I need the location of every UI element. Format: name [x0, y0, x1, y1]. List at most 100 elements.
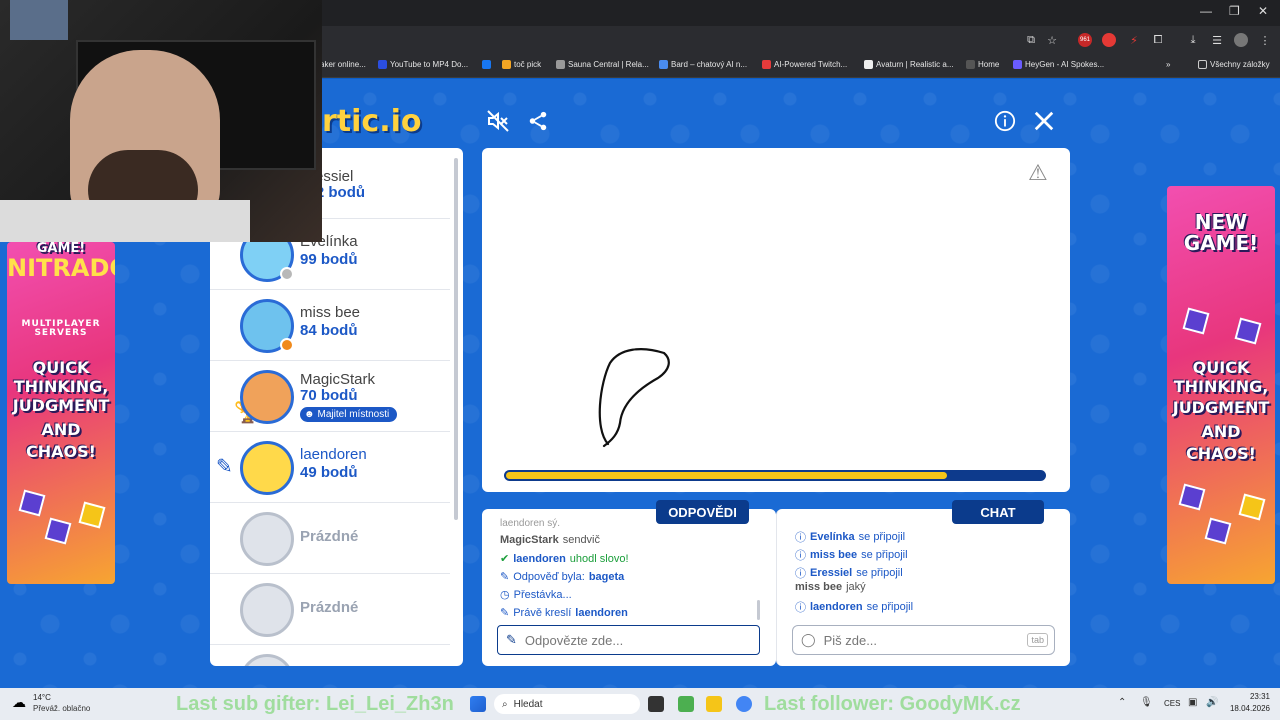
answer-input[interactable]: ✎ Odpovězte zde...	[497, 625, 760, 655]
player-name: laendoren	[300, 446, 367, 463]
right-ad-banner[interactable]: NEW GAME! QUICK THINKING, JUDGMENT AND C…	[1167, 186, 1275, 584]
bookmark-item[interactable]: aker online...	[320, 60, 366, 69]
all-bookmarks[interactable]: Všechny záložky	[1198, 60, 1270, 69]
menu-dots-icon[interactable]: ⋮	[1258, 33, 1272, 47]
ad-tile-icon	[1182, 307, 1210, 335]
answer-msg: ◷ Přestávka...	[500, 588, 572, 602]
clock-time[interactable]: 23:31	[1230, 692, 1270, 701]
ad-slogan-1: QUICK	[1192, 358, 1250, 377]
extensions-puzzle-icon[interactable]: ⧠	[1151, 33, 1165, 47]
ad-slogan-4: AND	[41, 420, 81, 439]
maximize-icon[interactable]: ❐	[1229, 4, 1240, 18]
gartic-logo[interactable]: rtic.io	[322, 104, 422, 139]
player-row[interactable]: ✎ laendoren 49 bodů	[210, 432, 450, 503]
more-bookmarks-icon[interactable]: »	[1166, 60, 1170, 69]
opera-extension-icon[interactable]	[1102, 33, 1116, 47]
bookmark-item[interactable]: YouTube to MP4 Do...	[378, 60, 468, 69]
bookmark-item[interactable]: HeyGen - AI Spokes...	[1013, 60, 1104, 69]
drawing-sketch	[598, 348, 670, 448]
status-dot	[280, 267, 294, 281]
bookmark-item[interactable]: Avaturn | Realistic a...	[864, 60, 954, 69]
tool-extension-icon[interactable]: ⚡	[1127, 33, 1141, 47]
bookmark-item[interactable]: Sauna Central | Rela...	[556, 60, 649, 69]
status-dot	[280, 338, 294, 352]
volume-icon[interactable]: 🔊	[1206, 697, 1218, 708]
chat-msg: ⓘ miss bee se připojil	[795, 549, 908, 562]
clock-icon: ◷	[500, 589, 510, 601]
left-ad-banner[interactable]: GAME! NITRADO MULTIPLAYER SERVERS QUICK …	[7, 242, 115, 584]
pencil-icon: ✎	[500, 571, 510, 583]
empty-avatar-icon	[240, 654, 294, 666]
chat-input[interactable]: ◯ Piš zde... tab	[792, 625, 1055, 655]
bookmark-item[interactable]: Bard – chatový AI n...	[659, 60, 747, 69]
player-row-empty: Prázdné	[210, 503, 450, 574]
settings-sliders-icon[interactable]: ☰	[1210, 33, 1224, 47]
app-icon[interactable]	[678, 696, 694, 712]
weather-text[interactable]: Převáž. oblačno	[33, 704, 90, 713]
info-icon[interactable]	[992, 108, 1018, 134]
chat-tab[interactable]: CHAT	[952, 500, 1044, 524]
cast-icon[interactable]: ⧉	[1024, 33, 1038, 47]
ad-tile-icon	[18, 489, 46, 517]
info-small-icon: ⓘ	[795, 602, 806, 614]
report-warning-icon[interactable]: ⚠	[1028, 160, 1048, 186]
bookmark-item[interactable]	[482, 60, 491, 69]
windows-start-icon[interactable]	[470, 696, 486, 712]
streamer-shirt	[0, 200, 250, 242]
check-icon: ✔	[500, 553, 510, 565]
ad-tile-icon	[1238, 493, 1266, 521]
weather-icon: ☁	[12, 694, 26, 710]
network-icon[interactable]: ▣	[1188, 697, 1197, 708]
ad-slogan-3: JUDGMENT	[1172, 398, 1270, 417]
players-scrollbar[interactable]	[454, 158, 458, 520]
bookmark-star-icon[interactable]: ☆	[1045, 33, 1059, 47]
room-owner-badge: ☻ Majitel místnosti	[300, 407, 398, 422]
bookmark-item[interactable]: Home	[966, 60, 999, 69]
answers-scrollbar[interactable]	[757, 600, 760, 620]
answer-msg: ✎ Právě kreslí laendoren	[500, 606, 628, 620]
bookmark-item[interactable]: AI-Powered Twitch...	[762, 60, 847, 69]
microphone-icon[interactable]: 🎙	[1140, 697, 1153, 708]
profile-avatar-icon[interactable]	[1234, 33, 1248, 47]
answers-tab[interactable]: ODPOVĚDI	[656, 500, 749, 524]
chrome-icon[interactable]	[736, 696, 752, 712]
file-explorer-icon[interactable]	[706, 696, 722, 712]
player-name: miss bee	[300, 304, 361, 321]
ad-tile-icon	[1178, 483, 1206, 511]
player-row[interactable]: miss bee 84 bodů	[210, 290, 450, 361]
task-view-icon[interactable]	[648, 696, 664, 712]
tray-chevron-icon[interactable]: ⌃	[1118, 697, 1126, 708]
ad-tile-icon	[1234, 317, 1262, 345]
clock-date[interactable]: 18.04.2026	[1228, 704, 1270, 713]
ad-tile-icon	[44, 517, 72, 545]
ad-slogan-2: THINKING,	[13, 377, 109, 396]
bookmark-item[interactable]: toč pick	[502, 60, 541, 69]
player-row[interactable]: 🏆 MagicStark 70 bodů ☻ Majitel místnosti	[210, 361, 450, 432]
drawing-canvas[interactable]: ⚠	[482, 148, 1070, 492]
chat-bubble-icon: ◯	[801, 632, 816, 647]
download-icon[interactable]: ⤓	[1186, 33, 1200, 47]
extension-badge-icon[interactable]: 961	[1078, 33, 1092, 47]
chat-placeholder: Piš zde...	[823, 632, 878, 648]
close-window-icon[interactable]: ✕	[1258, 4, 1268, 18]
answer-msg: MagicStark sendvič	[500, 534, 600, 546]
chat-msg: miss bee jaký	[795, 581, 866, 593]
weather-temp[interactable]: 14°C	[33, 693, 51, 702]
ad-new-game: NEW GAME!	[1183, 210, 1259, 255]
answer-msg: ✔ laendoren uhodl slovo!	[500, 552, 629, 566]
empty-slot-label: Prázdné	[300, 528, 359, 545]
share-icon[interactable]	[525, 108, 551, 134]
sound-muted-icon[interactable]	[485, 108, 511, 134]
empty-slot-label: Prázdné	[300, 599, 359, 616]
ad-tile-icon	[78, 501, 106, 529]
ad-slogan-1: QUICK	[32, 358, 90, 377]
minimize-icon[interactable]: —	[1200, 4, 1212, 18]
close-game-icon[interactable]	[1031, 108, 1057, 134]
pencil-drawing-icon: ✎	[216, 456, 233, 478]
taskbar-search[interactable]: ⌕ Hledat	[494, 694, 640, 714]
last-sub-overlay: Last sub gifter: Lei_Lei_Zh3n	[176, 693, 454, 715]
language-indicator[interactable]: CES	[1164, 699, 1180, 708]
tab-key-hint: tab	[1027, 633, 1048, 647]
empty-avatar-icon	[240, 512, 294, 566]
poster-image	[10, 0, 68, 40]
